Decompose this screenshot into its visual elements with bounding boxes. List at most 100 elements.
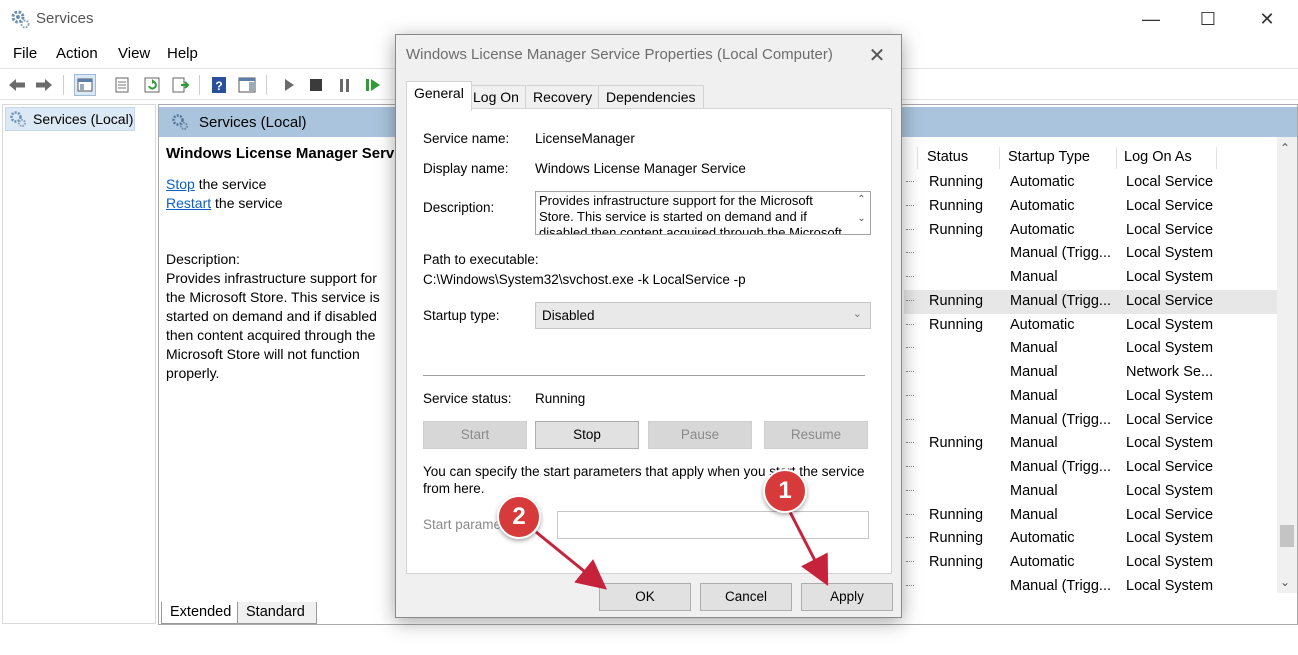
menu-view[interactable]: View — [118, 45, 150, 62]
cell-log-on-as: Local Service — [1126, 459, 1214, 475]
cancel-button[interactable]: Cancel — [700, 583, 792, 611]
table-row[interactable]: Manual (Trigg... Local System — [904, 242, 1279, 266]
console-tree: Services (Local) — [2, 104, 156, 624]
column-header-startup-type[interactable]: Startup Type — [1008, 149, 1090, 165]
table-row[interactable]: Running Automatic Local System — [904, 551, 1279, 575]
apply-button[interactable]: Apply — [801, 583, 893, 611]
table-row[interactable]: Running Automatic Local Service — [904, 219, 1279, 243]
export-list-icon[interactable] — [170, 74, 192, 96]
row-truncation-mark — [906, 561, 914, 565]
column-header-log-on-as[interactable]: Log On As — [1124, 149, 1192, 165]
table-row[interactable]: Running Automatic Local Service — [904, 171, 1279, 195]
description-label: Description: — [423, 200, 495, 215]
cell-log-on-as: Local System — [1126, 530, 1214, 547]
column-header-status[interactable]: Status — [927, 149, 968, 165]
table-row[interactable]: Manual Local System — [904, 385, 1279, 409]
dialog-title: Windows License Manager Service Properti… — [406, 46, 833, 63]
restart-service-link[interactable]: Restart — [166, 195, 211, 211]
table-row[interactable]: Manual Local System — [904, 266, 1279, 290]
description-scrollbar[interactable]: ⌃ ⌄ — [853, 192, 870, 234]
column-divider[interactable] — [1216, 147, 1217, 169]
services-gear-icon — [10, 9, 30, 29]
table-row[interactable]: Running Manual (Trigg... Local Service — [904, 289, 1279, 314]
table-row[interactable]: Manual (Trigg... Local System — [904, 575, 1279, 599]
cell-status: Running — [929, 530, 984, 547]
tab-log-on[interactable]: Log On — [465, 85, 527, 110]
description-line: Provides infrastructure support for — [166, 270, 377, 286]
tab-recovery[interactable]: Recovery — [525, 85, 601, 110]
cell-startup-type: Automatic — [1010, 554, 1075, 570]
tab-dependencies[interactable]: Dependencies — [598, 85, 704, 110]
menu-file[interactable]: File — [13, 45, 37, 62]
cell-startup-type: Manual — [1010, 506, 1058, 523]
table-row[interactable]: Manual Network Se... — [904, 361, 1279, 385]
menu-help[interactable]: Help — [167, 45, 198, 62]
stop-button[interactable]: Stop — [535, 421, 639, 449]
cell-log-on-as: Local System — [1126, 245, 1214, 262]
pause-service-icon[interactable] — [334, 74, 356, 96]
table-row[interactable]: Running Automatic Local System — [904, 314, 1279, 338]
stop-service-icon[interactable] — [305, 74, 327, 96]
close-window-button[interactable]: ✕ — [1244, 8, 1290, 32]
row-truncation-mark — [906, 418, 914, 423]
back-arrow-icon[interactable] — [6, 74, 28, 96]
startup-type-dropdown[interactable]: Disabled ⌄ — [535, 302, 871, 329]
cell-status: Running — [929, 506, 984, 523]
dialog-tabs: General Log On Recovery Dependencies — [406, 81, 886, 111]
menu-action[interactable]: Action — [56, 45, 98, 62]
resume-button[interactable]: Resume — [764, 421, 868, 449]
cell-status: Running — [929, 554, 984, 570]
tab-extended[interactable]: Extended — [161, 602, 239, 624]
table-row[interactable]: Manual (Trigg... Local Service — [904, 456, 1279, 480]
dialog-close-button[interactable]: ✕ — [865, 43, 889, 68]
scrollbar-thumb[interactable] — [1280, 525, 1294, 547]
table-row[interactable]: Manual (Trigg... Local Service — [904, 409, 1279, 433]
vertical-scrollbar[interactable]: ⌃ ⌄ — [1277, 137, 1297, 593]
tab-standard[interactable]: Standard — [237, 602, 317, 624]
scroll-up-icon[interactable]: ⌃ — [853, 194, 870, 205]
console-tree-icon[interactable] — [74, 74, 96, 96]
startup-type-label: Startup type: — [423, 308, 500, 323]
row-truncation-mark — [906, 513, 914, 518]
table-row[interactable]: Manual Local System — [904, 480, 1279, 504]
refresh-icon[interactable] — [141, 74, 163, 96]
tree-node-services-local[interactable]: Services (Local) — [5, 107, 135, 131]
table-row[interactable]: Running Manual Local Service — [904, 504, 1279, 528]
toolbar-separator — [266, 75, 267, 95]
description-textbox[interactable]: Provides infrastructure support for the … — [535, 191, 871, 235]
cell-status: Running — [929, 435, 984, 452]
table-row[interactable]: Running Manual Local System — [904, 432, 1279, 456]
forward-arrow-icon[interactable] — [33, 74, 55, 96]
minimize-button[interactable]: — — [1128, 8, 1174, 32]
table-row[interactable]: Running Automatic Local Service — [904, 195, 1279, 219]
maximize-button[interactable]: ☐ — [1185, 8, 1231, 32]
display-name-label: Display name: — [423, 161, 509, 176]
scroll-down-icon[interactable]: ⌄ — [1280, 575, 1290, 589]
scroll-up-icon[interactable]: ⌃ — [1280, 141, 1290, 155]
toolbar-separator — [63, 75, 64, 95]
cell-log-on-as: Local System — [1126, 482, 1214, 499]
start-button[interactable]: Start — [423, 421, 527, 449]
cell-log-on-as: Local Service — [1126, 174, 1214, 190]
description-line: properly. — [166, 365, 220, 381]
stop-service-link[interactable]: Stop — [166, 176, 195, 192]
restart-service-icon[interactable] — [362, 74, 384, 96]
cell-status: Running — [929, 292, 984, 309]
general-tab-panel: Service name: LicenseManager Display nam… — [406, 108, 892, 574]
toolbar-separator — [199, 75, 200, 95]
column-divider[interactable] — [1116, 147, 1117, 169]
column-divider[interactable] — [999, 147, 1000, 169]
start-service-icon[interactable] — [278, 74, 300, 96]
table-header: Status Startup Type Log On As — [917, 145, 1279, 171]
ok-button[interactable]: OK — [599, 583, 691, 611]
table-row[interactable]: Running Automatic Local System — [904, 527, 1279, 551]
scroll-down-icon[interactable]: ⌄ — [853, 213, 870, 224]
start-parameters-input[interactable] — [557, 511, 869, 539]
properties-icon[interactable] — [111, 74, 133, 96]
show-hide-action-pane-icon[interactable] — [236, 74, 258, 96]
help-icon[interactable]: ? — [208, 74, 230, 96]
cell-log-on-as: Local System — [1126, 269, 1214, 285]
table-row[interactable]: Manual Local System — [904, 337, 1279, 361]
pause-button[interactable]: Pause — [648, 421, 752, 449]
tab-general[interactable]: General — [406, 81, 472, 111]
